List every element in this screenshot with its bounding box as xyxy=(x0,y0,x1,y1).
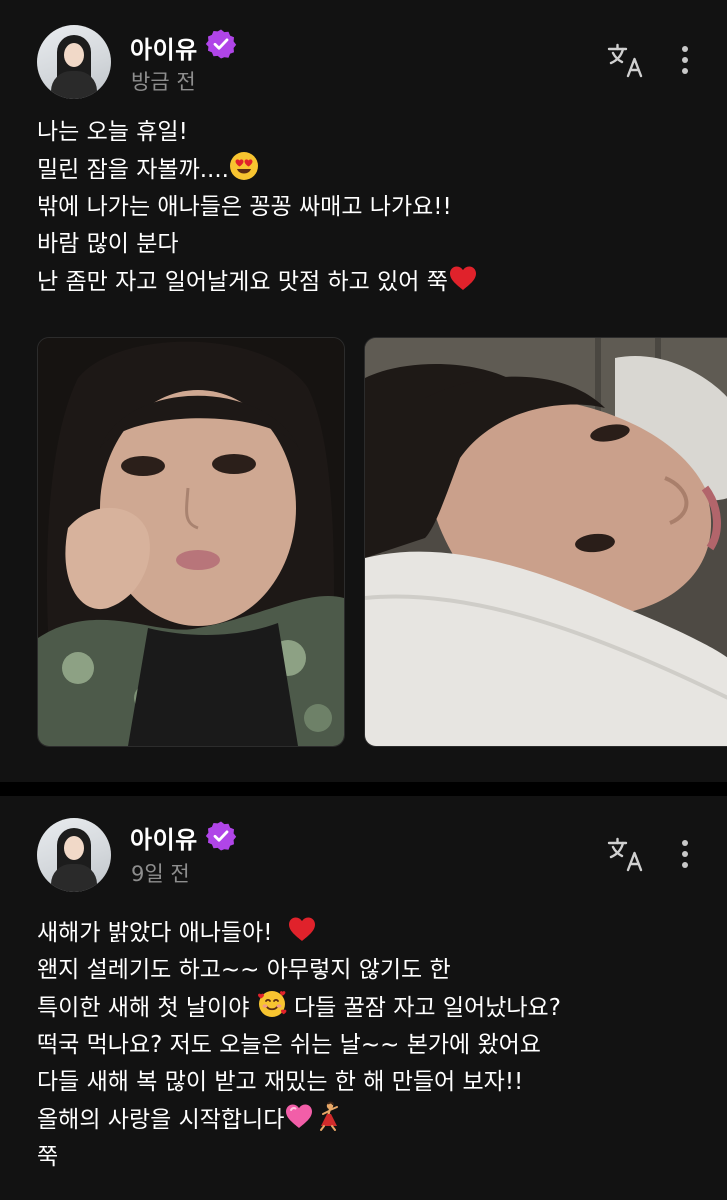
post-line: 난 좀만 자고 일어날게요 맛점 하고 있어 쭉 xyxy=(37,269,448,295)
author-name[interactable]: 아이유 xyxy=(130,30,198,65)
selfie-photo-image xyxy=(38,338,344,746)
red-heart-emoji-icon xyxy=(449,266,476,290)
translate-icon[interactable] xyxy=(606,834,646,874)
post-time: 9일 전 xyxy=(131,862,190,886)
red-heart-emoji-icon xyxy=(289,917,316,941)
post-line: 왠지 설레기도 하고~~ 아무렇지 않기도 한 xyxy=(37,957,451,983)
post-line: 특이한 새해 첫 날이야 xyxy=(37,995,250,1021)
selfie-photo-image xyxy=(365,338,727,746)
heart-eyes-emoji-icon xyxy=(230,152,258,180)
post-body: 나는 오늘 휴일! 밀린 잠을 자볼까.... 밖에 나가는 애나들은 꽁꽁 싸… xyxy=(37,114,697,301)
post-line: 떡국 먹나요? 저도 오늘은 쉬는 날~~ 본가에 왔어요 xyxy=(37,1032,541,1058)
post-photo[interactable] xyxy=(37,337,345,747)
post-line: 다들 꿀잠 자고 일어났나요? xyxy=(294,995,561,1021)
smiling-face-with-hearts-emoji-icon xyxy=(257,991,287,1017)
post-photo[interactable] xyxy=(364,337,727,747)
avatar[interactable] xyxy=(37,25,111,99)
avatar[interactable] xyxy=(37,818,111,892)
post-line: 다들 새해 복 많이 받고 재밌는 한 해 만들어 보자!! xyxy=(37,1069,524,1095)
post-line: 밀린 잠을 자볼까.... xyxy=(37,157,229,183)
post-card: 아이유 방금 전 나는 오늘 휴일! 밀린 잠을 자볼까.... 밖에 나가는 … xyxy=(0,0,727,782)
verified-badge-icon xyxy=(205,821,237,851)
post-separator xyxy=(0,782,727,796)
verified-badge-icon xyxy=(205,29,237,59)
post-time: 방금 전 xyxy=(131,70,196,94)
post-body: 새해가 밝았다 애나들아! 왠지 설레기도 하고~~ 아무렇지 않기도 한 특이… xyxy=(37,914,697,1176)
post-card: 아이유 9일 전 새해가 밝았다 애나들아! 왠지 설레기도 하고~~ 아무렇지… xyxy=(0,796,727,1200)
pink-heart-emoji-icon xyxy=(286,1104,313,1128)
post-line: 나는 오늘 휴일! xyxy=(37,119,188,145)
translate-icon[interactable] xyxy=(606,40,646,80)
author-name[interactable]: 아이유 xyxy=(130,820,198,855)
post-line: 올해의 사랑을 시작합니다 xyxy=(37,1107,285,1133)
woman-dancing-emoji-icon xyxy=(320,1101,339,1131)
post-line: 새해가 밝았다 애나들아! xyxy=(37,920,273,946)
more-vertical-icon[interactable] xyxy=(673,834,697,874)
more-vertical-icon[interactable] xyxy=(673,40,697,80)
post-line: 바람 많이 분다 xyxy=(37,231,179,257)
post-line: 쭉 xyxy=(37,1144,59,1170)
post-line: 밖에 나가는 애나들은 꽁꽁 싸매고 나가요!! xyxy=(37,194,452,220)
